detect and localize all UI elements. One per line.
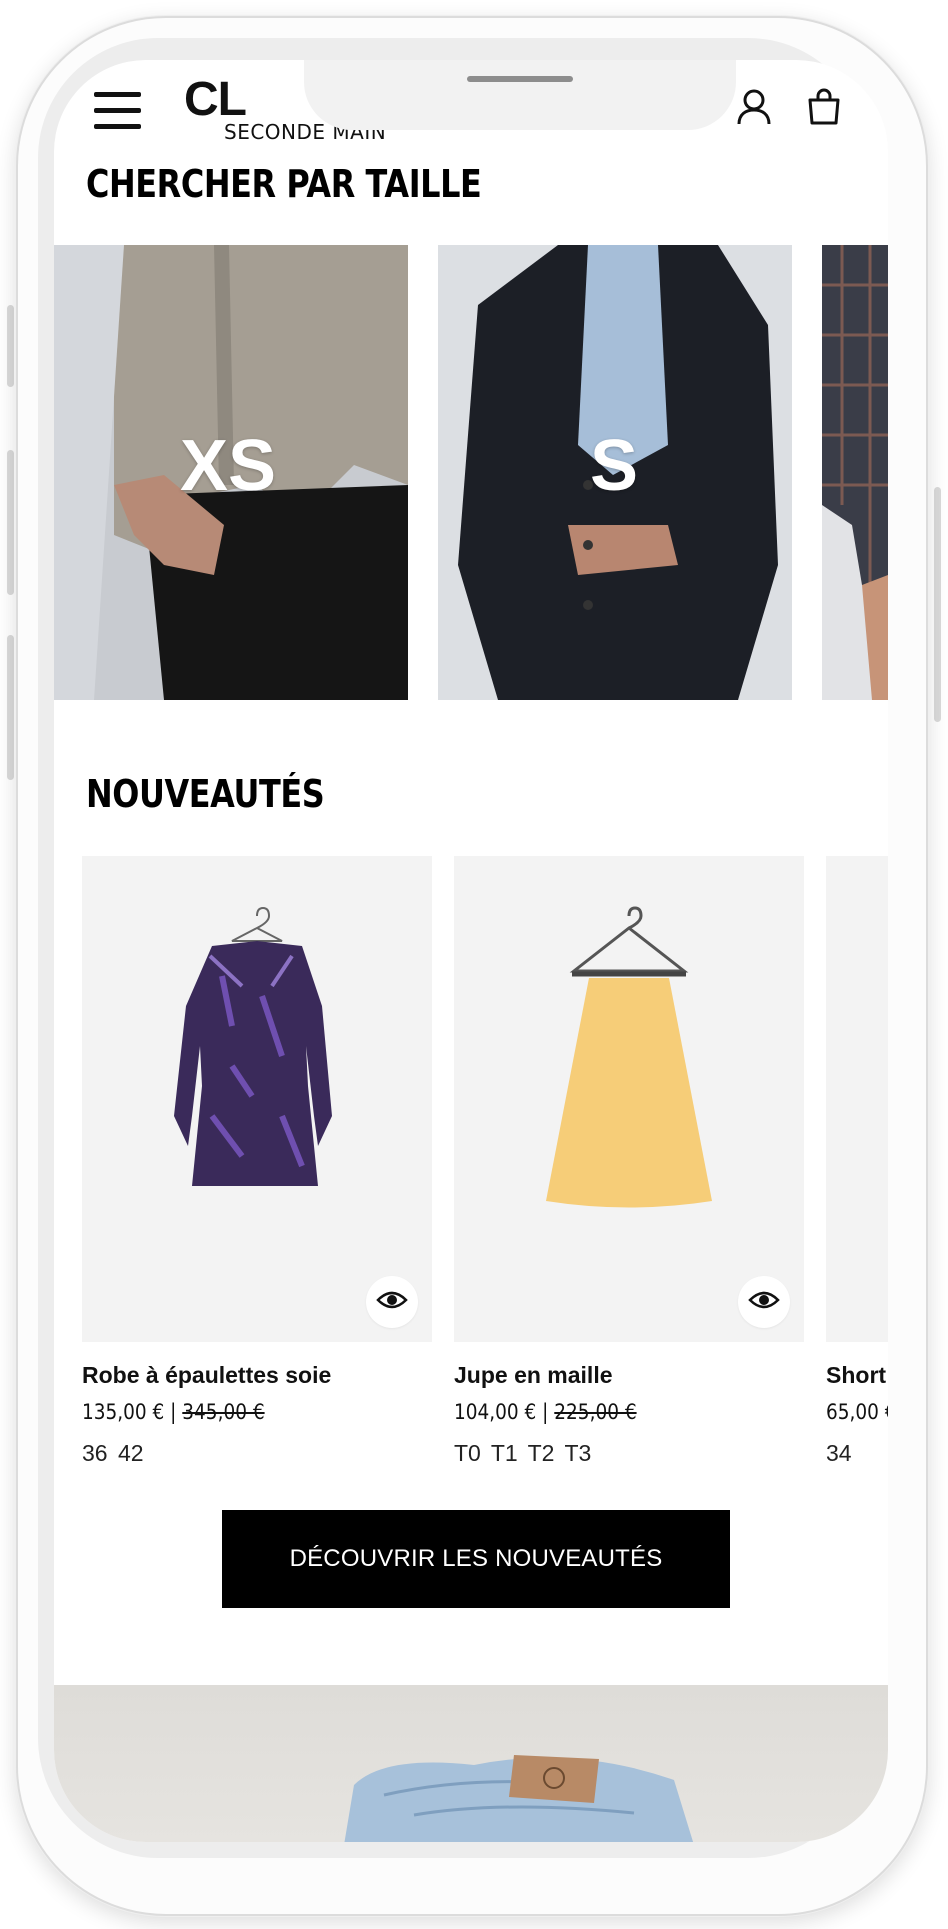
price-original: 225,00 € <box>554 1400 637 1424</box>
product-name[interactable]: Short <box>826 1362 886 1389</box>
size-tile-m[interactable] <box>822 245 888 700</box>
section-title-new: NOUVEAUTÉS <box>86 772 325 816</box>
product-image[interactable] <box>454 856 804 1342</box>
phone-notch <box>304 60 736 130</box>
product-name[interactable]: Jupe en maille <box>454 1362 613 1389</box>
product-sizes: 36 42 <box>82 1440 144 1466</box>
logo[interactable]: CL <box>184 76 247 124</box>
promo-banner[interactable] <box>54 1685 888 1842</box>
discover-new-button[interactable]: DÉCOUVRIR LES NOUVEAUTÉS <box>222 1510 730 1608</box>
account-icon[interactable] <box>736 88 772 126</box>
size-tile-photo <box>822 245 888 700</box>
quick-view-button[interactable] <box>366 1276 418 1328</box>
skirt-image <box>454 856 804 1342</box>
product-price: 65,00 € <box>826 1400 888 1424</box>
product-image[interactable] <box>82 856 432 1342</box>
product-sizes: 34 <box>826 1440 852 1466</box>
size-tile-xs[interactable]: XS <box>54 245 408 700</box>
phone-side-button <box>7 635 14 780</box>
bag-icon[interactable] <box>807 88 841 126</box>
jeans-image <box>344 1755 694 1842</box>
price-separator: | <box>542 1400 555 1424</box>
size-label-s: S <box>590 426 639 506</box>
price-current: 135,00 € <box>82 1400 165 1424</box>
product-price: 104,00 € | 225,00 € <box>454 1400 637 1424</box>
size-tile-s[interactable]: S <box>438 245 792 700</box>
screen: CL SECONDE MAIN CHERCHER PAR TAILLE XS S… <box>54 60 888 1842</box>
phone-power-button <box>934 487 941 722</box>
dress-image <box>82 856 432 1342</box>
price-original: 345,00 € <box>182 1400 265 1424</box>
eye-icon <box>376 1290 408 1315</box>
product-sizes: T0 T1 T2 T3 <box>454 1440 592 1466</box>
phone-side-button <box>7 305 14 387</box>
product-image[interactable] <box>826 856 888 1342</box>
eye-icon <box>748 1290 780 1315</box>
menu-icon[interactable] <box>94 92 141 129</box>
size-label-xs: XS <box>180 426 277 506</box>
phone-side-button <box>7 450 14 595</box>
phone-speaker <box>467 76 573 82</box>
section-title-sizes: CHERCHER PAR TAILLE <box>86 162 482 206</box>
product-info-clip: Short 65,00 € 34 <box>826 1350 888 1480</box>
product-price: 135,00 € | 345,00 € <box>82 1400 265 1424</box>
price-current: 104,00 € <box>454 1400 537 1424</box>
product-name[interactable]: Robe à épaulettes soie <box>82 1362 331 1389</box>
quick-view-button[interactable] <box>738 1276 790 1328</box>
price-separator: | <box>170 1400 183 1424</box>
